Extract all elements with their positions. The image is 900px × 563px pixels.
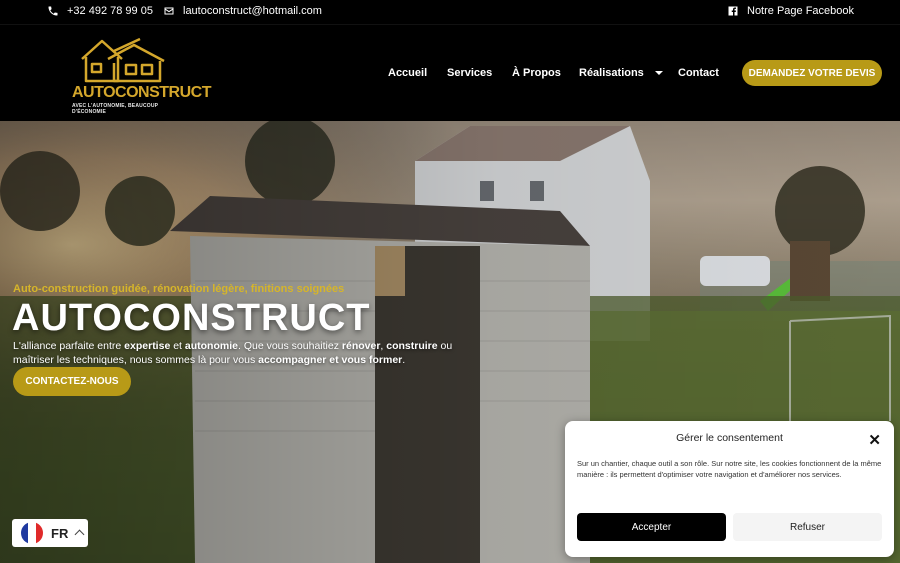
- nav-label: À Propos: [512, 67, 561, 79]
- language-code: FR: [51, 525, 69, 541]
- chevron-up-icon: [74, 529, 85, 540]
- email-address: lautoconstruct@hotmail.com: [183, 5, 322, 17]
- nav-label: Réalisations: [579, 67, 644, 79]
- house-logo-icon: [81, 37, 165, 83]
- accept-cookies-button[interactable]: Accepter: [577, 513, 726, 541]
- french-flag-icon: [21, 522, 43, 544]
- phone-number: +32 492 78 99 05: [67, 5, 153, 17]
- nav-realisations[interactable]: Réalisations: [579, 67, 663, 79]
- nav-label: Accueil: [388, 67, 428, 79]
- cookie-consent-dialog: Gérer le consentement ✕ Sur un chantier,…: [565, 421, 894, 557]
- cookie-description: Sur un chantier, chaque outil a son rôle…: [577, 459, 882, 479]
- logo-slogan: AVEC L'AUTONOMIE, BEAUCOUP D'ÉCONOMIE: [72, 103, 159, 115]
- site-logo[interactable]: AUTOCONSTRUCT AVEC L'AUTONOMIE, BEAUCOUP…: [72, 37, 211, 115]
- close-icon[interactable]: ✕: [868, 431, 881, 449]
- nav-a-propos[interactable]: À Propos: [512, 67, 561, 79]
- request-quote-button[interactable]: DEMANDEZ VOTRE DEVIS: [742, 60, 882, 86]
- phone-link[interactable]: +32 492 78 99 05: [47, 5, 153, 17]
- hero-title: AUTOCONSTRUCT: [12, 297, 371, 339]
- site-header: AUTOCONSTRUCT AVEC L'AUTONOMIE, BEAUCOUP…: [0, 24, 900, 121]
- contact-us-button[interactable]: CONTACTEZ-NOUS: [13, 367, 131, 396]
- caret-down-icon: [654, 71, 663, 75]
- envelope-icon: [164, 7, 174, 15]
- facebook-label: Notre Page Facebook: [747, 5, 855, 17]
- refuse-cookies-button[interactable]: Refuser: [733, 513, 882, 541]
- facebook-link[interactable]: Notre Page Facebook: [727, 5, 854, 17]
- hero-description: L'alliance parfaite entre expertise et a…: [13, 340, 453, 366]
- nav-contact[interactable]: Contact: [678, 67, 719, 79]
- hero-tagline: Auto-construction guidée, rénovation lég…: [13, 283, 345, 295]
- nav-accueil[interactable]: Accueil: [388, 67, 427, 79]
- phone-icon: [48, 6, 58, 16]
- nav-services[interactable]: Services: [447, 67, 492, 79]
- nav-label: Services: [447, 67, 493, 79]
- logo-name: AUTOCONSTRUCT: [72, 84, 211, 101]
- email-link[interactable]: lautoconstruct@hotmail.com: [163, 5, 322, 17]
- top-bar: +32 492 78 99 05 lautoconstruct@hotmail.…: [0, 0, 900, 24]
- cookie-title: Gérer le consentement: [676, 432, 783, 444]
- facebook-icon: [728, 6, 738, 16]
- language-switcher[interactable]: FR: [12, 519, 88, 547]
- nav-label: Contact: [678, 67, 719, 79]
